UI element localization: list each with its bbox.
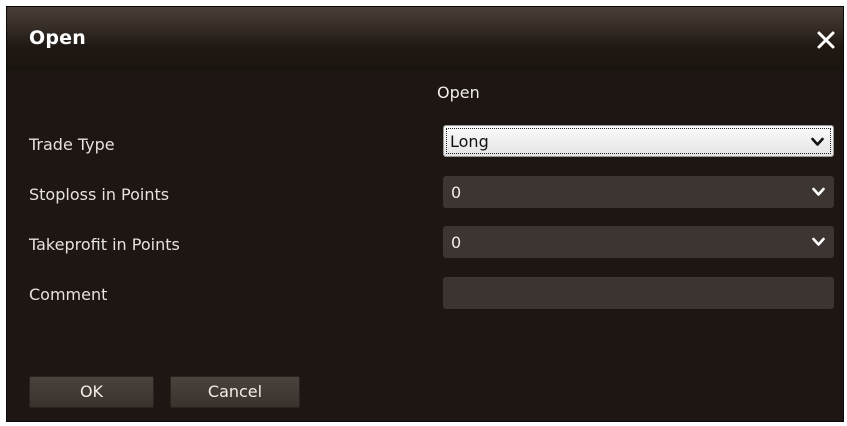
- comment-label: Comment: [29, 285, 108, 304]
- stoploss-label: Stoploss in Points: [29, 185, 170, 204]
- dialog-title: Open: [29, 27, 86, 49]
- trade-type-label: Trade Type: [29, 135, 115, 154]
- title-bar[interactable]: Open: [7, 7, 843, 70]
- chevron-down-icon: [812, 237, 825, 246]
- stoploss-dropdown[interactable]: 0: [443, 176, 834, 208]
- cancel-button[interactable]: Cancel: [170, 376, 300, 408]
- takeprofit-dropdown[interactable]: 0: [443, 226, 834, 258]
- focus-ring: [446, 128, 831, 154]
- ok-button[interactable]: OK: [29, 376, 154, 408]
- stoploss-value: 0: [451, 183, 462, 202]
- takeprofit-label: Takeprofit in Points: [29, 235, 180, 254]
- chevron-down-icon: [811, 137, 824, 146]
- comment-input[interactable]: [443, 277, 834, 309]
- column-header: Open: [437, 83, 480, 102]
- close-icon[interactable]: [815, 29, 837, 51]
- chevron-down-icon: [812, 187, 825, 196]
- trade-type-dropdown[interactable]: Long: [443, 125, 834, 157]
- takeprofit-value: 0: [451, 233, 462, 252]
- trade-type-value: Long: [450, 132, 489, 151]
- open-dialog: Open Open Trade Type Long Stoploss in Po…: [6, 6, 844, 422]
